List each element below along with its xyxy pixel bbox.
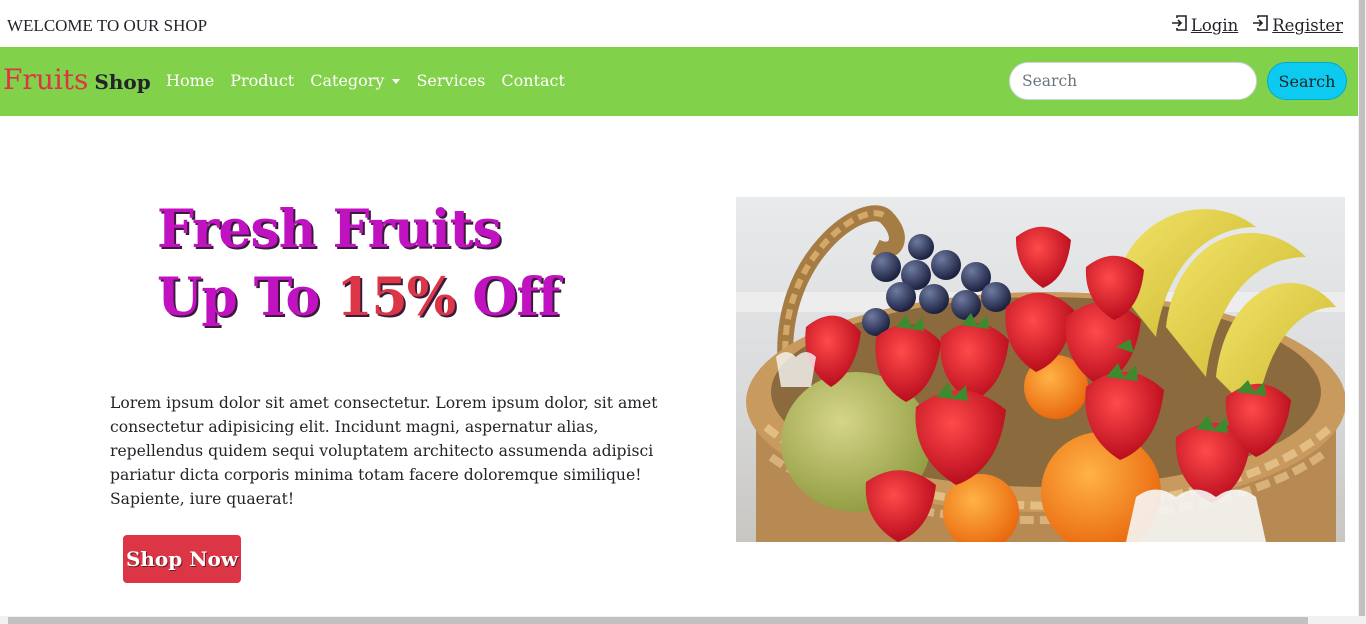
register-label: Register [1272,15,1343,35]
auth-links: Login Register [1171,15,1343,35]
top-bar: WELCOME TO OUR SHOP Login Register [0,0,1358,47]
search-input[interactable] [1009,62,1257,100]
nav-item-contact[interactable]: Contact [501,71,565,90]
register-link[interactable]: Register [1252,15,1343,35]
brand-logo[interactable]: Fruits Shop [3,63,151,96]
hero-description: Lorem ipsum dolor sit amet consectetur. … [110,394,658,508]
nav-item-product[interactable]: Product [230,71,294,90]
headline-discount: 15% [336,267,456,328]
headline-line-2-suffix: Off [455,267,560,328]
vertical-scroll-thumb[interactable] [1359,0,1365,616]
nav-item-category[interactable]: Category [310,71,401,90]
hero-headline: Fresh Fruits Up To 15% Off [157,196,560,332]
brand-primary: Fruits [3,63,89,96]
login-link[interactable]: Login [1171,15,1238,35]
horizontal-scroll-thumb[interactable] [8,617,1308,624]
search-button[interactable]: Search [1267,62,1347,100]
nav-item-home[interactable]: Home [166,71,214,90]
main-navbar: Fruits Shop Home Product Category Servic… [0,47,1358,116]
login-label: Login [1190,15,1239,35]
caret-down-icon [392,79,401,84]
fruit-basket-image [736,197,1345,542]
shop-now-button[interactable]: Shop Now [123,535,241,583]
nav-menu: Home Product Category Services Contact [166,71,581,90]
headline-line-2-prefix: Up To [157,267,337,328]
headline-line-1: Fresh Fruits [157,199,502,260]
nav-item-services[interactable]: Services [416,71,485,90]
nav-item-category-label: Category [310,71,385,90]
horizontal-scrollbar[interactable] [0,616,1358,624]
brand-secondary: Shop [94,70,151,94]
vertical-scrollbar[interactable] [1358,0,1366,624]
welcome-text: WELCOME TO OUR SHOP [7,16,208,35]
sign-in-icon [1171,15,1187,35]
sign-in-icon [1252,15,1269,35]
